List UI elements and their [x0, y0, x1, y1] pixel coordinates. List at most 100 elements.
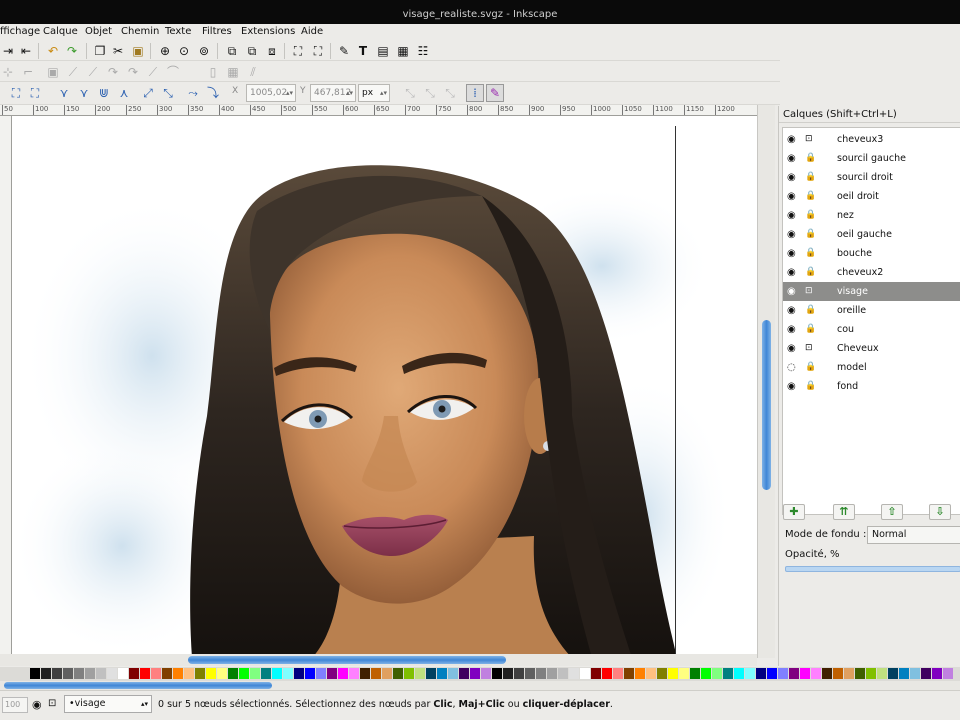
layer-row[interactable]: ◉ 🔒 oeil droit: [783, 187, 960, 206]
object-to-path-icon[interactable]: ⤡: [402, 85, 418, 101]
lock-icon[interactable]: 🔒: [805, 320, 819, 339]
menu-texte[interactable]: Texte: [165, 25, 191, 39]
menu-aide[interactable]: Aide: [301, 25, 323, 39]
palette-swatch[interactable]: [668, 668, 678, 679]
lock-icon[interactable]: 🔒: [805, 187, 819, 206]
palette-swatch[interactable]: [250, 668, 260, 679]
eye-icon[interactable]: ◉: [787, 320, 801, 339]
palette-swatch[interactable]: [371, 668, 381, 679]
lock-icon[interactable]: ⊡: [805, 339, 819, 358]
layer-row[interactable]: ◉ 🔒 cou: [783, 320, 960, 339]
palette-swatch[interactable]: [151, 668, 161, 679]
layer-row[interactable]: ◌ 🔒 model: [783, 358, 960, 377]
palette-swatch[interactable]: [448, 668, 458, 679]
layer-row[interactable]: ◉ 🔒 cheveux2: [783, 263, 960, 282]
eye-closed-icon[interactable]: ◌: [787, 358, 801, 377]
palette-swatch[interactable]: [789, 668, 799, 679]
palette-swatch[interactable]: [195, 668, 205, 679]
palette-swatch[interactable]: [481, 668, 491, 679]
add-layer-button[interactable]: ✚: [783, 504, 805, 520]
palette-swatch[interactable]: [404, 668, 414, 679]
join-nodes-icon[interactable]: ⋎: [56, 85, 72, 101]
palette-swatch[interactable]: [514, 668, 524, 679]
palette-swatch[interactable]: [679, 668, 689, 679]
palette-swatch[interactable]: [910, 668, 920, 679]
palette-swatch[interactable]: [723, 668, 733, 679]
palette-swatch[interactable]: [470, 668, 480, 679]
preferences-icon[interactable]: ☷: [415, 43, 431, 59]
join-segment-icon[interactable]: ⋓: [96, 85, 112, 101]
menu-calque[interactable]: Calque: [43, 25, 78, 39]
node-cusp-icon[interactable]: ⤢: [140, 85, 156, 101]
palette-swatch[interactable]: [811, 668, 821, 679]
y-coordinate-field[interactable]: 467,812 ▴▾: [310, 84, 356, 102]
lock-icon[interactable]: ⊡: [805, 282, 819, 301]
show-handles-icon[interactable]: ⁞: [466, 84, 484, 102]
layer-row[interactable]: ◉ 🔒 nez: [783, 206, 960, 225]
vertical-scrollbar[interactable]: [757, 105, 775, 658]
menu-objet[interactable]: Objet: [85, 25, 112, 39]
layer-row[interactable]: ◉ 🔒 bouche: [783, 244, 960, 263]
snap-path-icon[interactable]: ⟋: [65, 64, 81, 80]
group-icon[interactable]: ⛶: [290, 43, 306, 59]
palette-swatch[interactable]: [338, 668, 348, 679]
unlink-clone-icon[interactable]: ⧈: [264, 43, 280, 59]
palette-swatch[interactable]: [536, 668, 546, 679]
snap-bbox-icon[interactable]: ⌐: [20, 64, 36, 80]
palette-swatch[interactable]: [613, 668, 623, 679]
palette-swatch[interactable]: [85, 668, 95, 679]
delete-segment-icon[interactable]: ⋏: [116, 85, 132, 101]
palette-swatch[interactable]: [426, 668, 436, 679]
lower-layer-button[interactable]: ⇩: [929, 504, 951, 520]
palette-swatch[interactable]: [283, 668, 293, 679]
eye-icon[interactable]: ◉: [787, 377, 801, 396]
horizontal-scrollbar[interactable]: [0, 654, 757, 666]
palette-swatch[interactable]: [272, 668, 282, 679]
palette-swatch[interactable]: [305, 668, 315, 679]
lock-icon[interactable]: 🔒: [805, 225, 819, 244]
palette-swatch[interactable]: [30, 668, 40, 679]
raise-layer-button[interactable]: ⇧: [881, 504, 903, 520]
snap-intersection-icon[interactable]: ⟋: [85, 64, 101, 80]
undo-icon[interactable]: ↶: [45, 43, 61, 59]
opacity-slider[interactable]: [785, 566, 960, 572]
palette-swatch[interactable]: [239, 668, 249, 679]
palette-swatch[interactable]: [800, 668, 810, 679]
palette-swatch[interactable]: [228, 668, 238, 679]
eye-icon[interactable]: ◉: [787, 149, 801, 168]
palette-swatch[interactable]: [360, 668, 370, 679]
palette-swatch[interactable]: [690, 668, 700, 679]
eye-icon[interactable]: ◉: [787, 339, 801, 358]
delete-node-icon[interactable]: ⛶: [27, 85, 43, 101]
palette-swatch[interactable]: [602, 668, 612, 679]
eye-icon[interactable]: ◉: [787, 301, 801, 320]
palette-swatch[interactable]: [855, 668, 865, 679]
palette-swatch[interactable]: [767, 668, 777, 679]
palette-swatch[interactable]: [503, 668, 513, 679]
palette-swatch[interactable]: [547, 668, 557, 679]
layer-row[interactable]: ◉ 🔒 fond: [783, 377, 960, 396]
layer-row[interactable]: ◉ 🔒 sourcil droit: [783, 168, 960, 187]
eye-icon[interactable]: ◉: [787, 206, 801, 225]
ungroup-icon[interactable]: ⛶: [310, 43, 326, 59]
palette-swatch[interactable]: [349, 668, 359, 679]
copy-icon[interactable]: ❐: [92, 43, 108, 59]
palette-swatch[interactable]: [184, 668, 194, 679]
node-smooth-icon[interactable]: ⤡: [160, 85, 176, 101]
menu-filtres[interactable]: Filtres: [202, 25, 232, 39]
layer-row-selected[interactable]: ◉ ⊡ visage: [783, 282, 960, 301]
lock-icon[interactable]: ⊡: [48, 698, 56, 709]
segment-curve-icon[interactable]: ⤵: [205, 85, 221, 101]
palette-swatch[interactable]: [107, 668, 117, 679]
palette-swatch[interactable]: [899, 668, 909, 679]
lock-icon[interactable]: 🔒: [805, 358, 819, 377]
palette-swatch[interactable]: [932, 668, 942, 679]
palette-swatch[interactable]: [415, 668, 425, 679]
palette-swatch[interactable]: [140, 668, 150, 679]
snap-smooth-icon[interactable]: ↷: [105, 64, 121, 80]
palette-swatch[interactable]: [734, 668, 744, 679]
palette-swatch[interactable]: [492, 668, 502, 679]
insert-node-icon[interactable]: ⛶: [8, 85, 24, 101]
break-path-icon[interactable]: ⋎: [76, 85, 92, 101]
palette-swatch[interactable]: [877, 668, 887, 679]
